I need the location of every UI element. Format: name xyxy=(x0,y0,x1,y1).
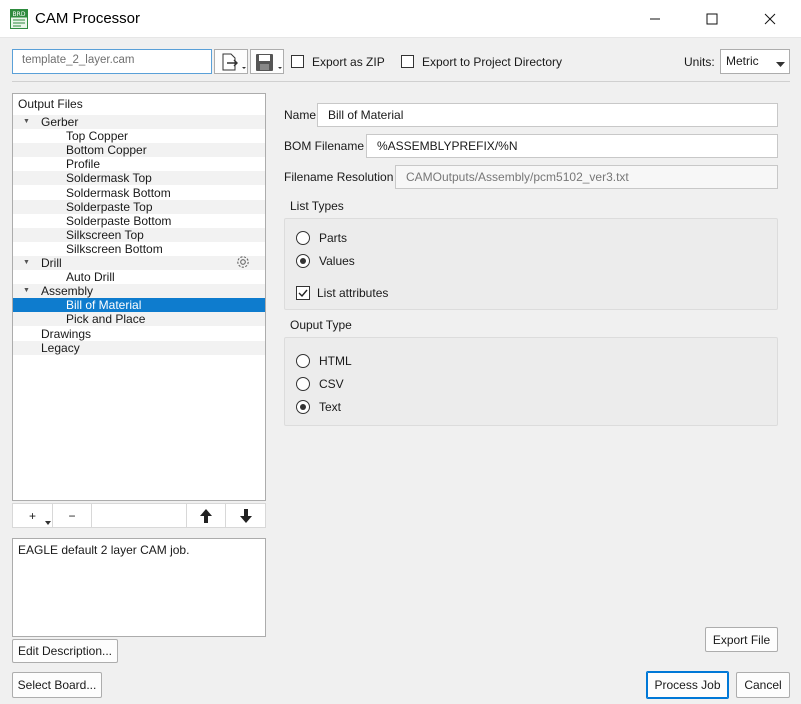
export-project-dir-checkbox[interactable] xyxy=(401,55,414,68)
tree-item-label: Legacy xyxy=(41,340,80,355)
select-board-button[interactable]: Select Board... xyxy=(12,672,102,698)
dropdown-arrow-icon xyxy=(45,521,51,525)
output-type-title: Ouput Type xyxy=(290,318,352,332)
move-down-button[interactable] xyxy=(226,504,265,527)
tree-item-label: Soldermask Bottom xyxy=(66,185,171,200)
tree-item-label: Solderpaste Bottom xyxy=(66,213,172,228)
tree-item[interactable]: Silkscreen Bottom xyxy=(13,242,265,256)
job-description: EAGLE default 2 layer CAM job. xyxy=(12,538,266,637)
save-job-button[interactable] xyxy=(250,49,284,74)
gear-icon[interactable] xyxy=(235,254,251,273)
tree-item-label: Profile xyxy=(66,157,101,172)
tree-item-label: Bill of Material xyxy=(66,298,142,313)
remove-output-button[interactable]: − xyxy=(53,504,92,527)
maximize-button[interactable] xyxy=(689,0,735,38)
name-field[interactable]: Bill of Material xyxy=(317,103,778,127)
tree-item[interactable]: Bill of Material xyxy=(13,298,265,313)
list-types-title: List Types xyxy=(290,199,344,213)
arrow-up-icon xyxy=(200,508,212,523)
values-label: Values xyxy=(319,254,355,268)
csv-label: CSV xyxy=(319,377,344,391)
tree-item-label: Pick and Place xyxy=(66,312,146,327)
expand-triangle-icon[interactable]: ▼ xyxy=(23,115,30,129)
units-label: Units: xyxy=(684,55,715,69)
text-label: Text xyxy=(319,400,342,414)
tree-item[interactable]: Solderpaste Top xyxy=(13,199,265,214)
template-file-field[interactable]: template_2_layer.cam xyxy=(12,49,212,74)
tree-item[interactable]: Pick and Place xyxy=(13,312,265,327)
expand-triangle-icon[interactable]: ▼ xyxy=(23,284,30,298)
tree-item-label: Drawings xyxy=(41,326,92,341)
export-project-dir-label: Export to Project Directory xyxy=(422,55,563,69)
toolbar-divider xyxy=(12,81,790,82)
bom-filename-field[interactable]: %ASSEMBLYPREFIX/%N xyxy=(366,134,778,158)
bom-filename-label: BOM Filename xyxy=(284,139,365,153)
filename-resolution-field: CAMOutputs/Assembly/pcm5102_ver3.txt xyxy=(395,165,778,189)
add-output-button[interactable]: + xyxy=(13,504,53,527)
tree-item-label: Auto Drill xyxy=(66,270,115,285)
maximize-icon xyxy=(706,13,718,25)
checkmark-icon xyxy=(298,289,308,298)
close-icon xyxy=(764,13,776,25)
tree-item[interactable]: Bottom Copper xyxy=(13,143,265,158)
html-label: HTML xyxy=(319,354,352,368)
load-file-icon xyxy=(222,53,246,71)
cancel-button[interactable]: Cancel xyxy=(736,672,790,698)
tree-item-label: Drill xyxy=(41,256,62,270)
tree-item[interactable]: ▼ Drill xyxy=(13,256,265,270)
name-label: Name xyxy=(284,108,317,122)
tree-item[interactable]: Legacy xyxy=(13,340,265,355)
tree-item[interactable]: Top Copper xyxy=(13,129,265,143)
export-zip-label: Export as ZIP xyxy=(312,55,385,69)
close-button[interactable] xyxy=(747,0,793,38)
list-attributes-label: List attributes xyxy=(317,286,389,300)
tree-item[interactable]: Soldermask Bottom xyxy=(13,186,265,200)
remove-label: − xyxy=(68,508,76,523)
filename-resolution-label: Filename Resolution xyxy=(284,170,394,184)
tree-item-label: Soldermask Top xyxy=(66,171,152,186)
output-files-tree[interactable]: Output Files ▼ Gerber Top Copper Bottom Cop… xyxy=(12,93,266,501)
expand-triangle-icon[interactable]: ▼ xyxy=(23,256,30,270)
tree-item-label: Gerber xyxy=(41,115,79,129)
window-title: CAM Processor xyxy=(35,10,141,27)
parts-radio[interactable] xyxy=(296,231,310,245)
edit-description-button[interactable]: Edit Description... xyxy=(12,639,118,663)
minimize-icon xyxy=(650,18,660,20)
tree-toolbar: + − xyxy=(12,503,266,528)
add-label: + xyxy=(28,508,36,523)
tree-item[interactable]: Solderpaste Bottom xyxy=(13,214,265,228)
app-icon: BRD xyxy=(10,9,28,29)
export-file-button[interactable]: Export File xyxy=(705,627,778,652)
tree-item[interactable]: Profile xyxy=(13,157,265,171)
process-job-button[interactable]: Process Job xyxy=(646,671,729,699)
chevron-down-icon xyxy=(776,57,785,71)
tree-item-label: Solderpaste Top xyxy=(66,199,153,214)
tree-item[interactable]: Auto Drill xyxy=(13,270,265,284)
csv-radio[interactable] xyxy=(296,377,310,391)
values-radio[interactable] xyxy=(296,254,310,268)
tree-header: Output Files xyxy=(18,97,83,111)
tree-item[interactable]: Drawings xyxy=(13,327,265,341)
arrow-down-icon xyxy=(239,508,252,523)
tree-item[interactable]: Soldermask Top xyxy=(13,171,265,186)
tree-item-label: Silkscreen Bottom xyxy=(66,241,163,256)
svg-text:BRD: BRD xyxy=(13,11,26,18)
output-type-group xyxy=(284,337,778,426)
parts-label: Parts xyxy=(319,231,348,245)
move-up-button[interactable] xyxy=(186,504,226,527)
save-floppy-icon xyxy=(256,54,282,71)
tree-item[interactable]: Silkscreen Top xyxy=(13,227,265,242)
minimize-button[interactable] xyxy=(632,0,678,38)
tree-item-label: Bottom Copper xyxy=(66,143,147,158)
tree-item-label: Assembly xyxy=(41,284,94,299)
tree-item[interactable]: ▼ Assembly xyxy=(13,284,265,299)
tree-item-label: Silkscreen Top xyxy=(66,227,144,242)
text-radio[interactable] xyxy=(296,400,310,414)
tree-item-label: Top Copper xyxy=(66,129,129,144)
export-zip-checkbox[interactable] xyxy=(291,55,304,68)
load-job-button[interactable] xyxy=(214,49,248,74)
tree-item[interactable]: ▼ Gerber xyxy=(13,115,265,129)
list-attributes-checkbox[interactable] xyxy=(296,286,310,300)
html-radio[interactable] xyxy=(296,354,310,368)
